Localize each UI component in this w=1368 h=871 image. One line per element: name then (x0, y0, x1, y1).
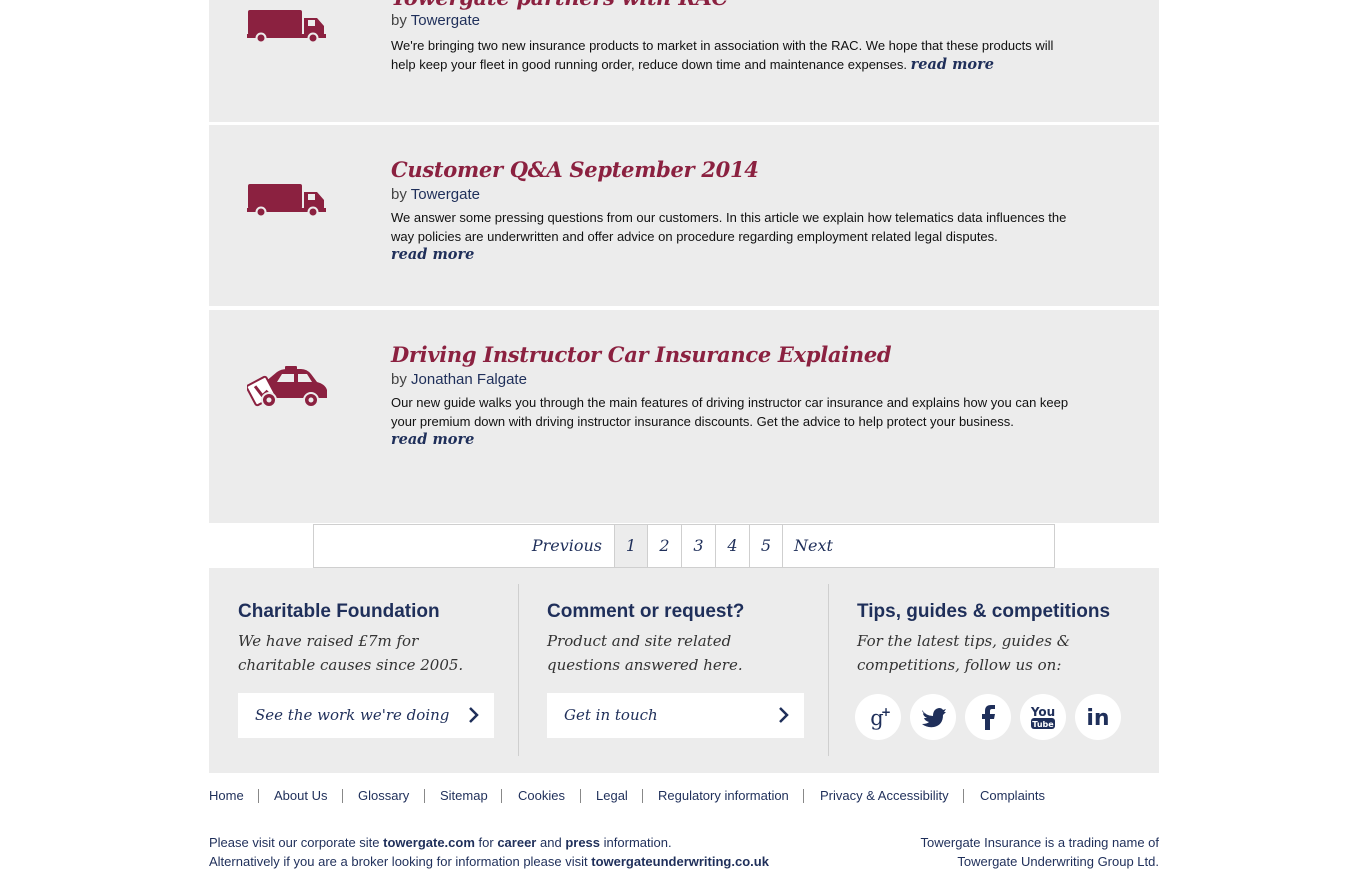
nav-separator (424, 789, 425, 803)
article-title[interactable]: Towergate partners with RAC (391, 0, 728, 10)
read-more-link[interactable]: read more (391, 431, 474, 448)
towergate-link[interactable]: towergate.com (383, 835, 475, 850)
article-author[interactable]: Towergate (411, 12, 480, 29)
column-divider (828, 584, 829, 756)
svg-text:Tube: Tube (1032, 720, 1054, 729)
pagination-page[interactable]: 4 (716, 525, 749, 567)
article-card: Towergate partners with RAC by Towergate… (209, 0, 1159, 122)
comment-column: Comment or request? Product and site rel… (547, 568, 829, 773)
nav-separator (642, 789, 643, 803)
pagination: Previous 1 2 3 4 5 Next (313, 524, 1055, 568)
nav-separator (580, 789, 581, 803)
corporate-line-2: Alternatively if you are a broker lookin… (209, 852, 769, 871)
byline-prefix: by (391, 12, 407, 29)
byline-prefix: by (391, 371, 407, 388)
linkedin-icon[interactable]: in (1075, 694, 1121, 740)
nav-separator (342, 789, 343, 803)
nav-separator (258, 789, 259, 803)
corporate-text: for (478, 835, 494, 850)
trading-name-notice: Towergate Insurance is a trading name of… (921, 833, 1159, 871)
column-divider (518, 584, 519, 756)
google-plus-icon[interactable]: g + (855, 694, 901, 740)
learner-car-icon (245, 366, 329, 417)
pagination-next[interactable]: Next (794, 525, 854, 567)
pagination-divider (782, 525, 783, 567)
footer-link-about[interactable]: About Us (274, 787, 327, 805)
chevron-right-icon (468, 706, 480, 729)
article-card: Driving Instructor Car Insurance Explain… (209, 310, 1159, 523)
article-title[interactable]: Driving Instructor Car Insurance Explain… (391, 342, 892, 367)
tips-column: Tips, guides & competitions For the late… (855, 568, 1147, 773)
corporate-text: Please visit our corporate site (209, 835, 380, 850)
corporate-text: information. (603, 835, 672, 850)
footer-panel: Charitable Foundation We have raised £7m… (209, 568, 1159, 773)
footer-link-home[interactable]: Home (209, 787, 244, 805)
tips-text: For the latest tips, guides & competitio… (857, 632, 1071, 674)
see-work-button-label: See the work we're doing (255, 706, 450, 724)
svg-text:+: + (881, 705, 891, 719)
truck-icon (247, 183, 329, 222)
pagination-page[interactable]: 2 (648, 525, 681, 567)
comment-heading: Comment or request? (547, 601, 745, 622)
tips-heading: Tips, guides & competitions (857, 601, 1111, 622)
charity-column: Charitable Foundation We have raised £7m… (238, 568, 519, 773)
trading-name-line-1: Towergate Insurance is a trading name of (920, 835, 1159, 850)
read-more-link[interactable]: read more (911, 56, 994, 73)
footer-link-sitemap[interactable]: Sitemap (440, 787, 488, 805)
facebook-icon[interactable] (965, 694, 1011, 740)
corporate-text: and (540, 835, 562, 850)
article-byline: by Jonathan Falgate (391, 371, 527, 388)
see-work-button[interactable]: See the work we're doing (238, 693, 494, 738)
article-byline: by Towergate (391, 186, 480, 203)
comment-text: Product and site related questions answe… (547, 632, 743, 674)
article-description: Our new guide walks you through the main… (391, 395, 1069, 429)
nav-separator (501, 789, 502, 803)
footer-link-regulatory[interactable]: Regulatory information (658, 787, 789, 805)
youtube-icon[interactable]: You Tube (1020, 694, 1066, 740)
article-description: We answer some pressing questions from o… (391, 210, 1067, 244)
get-in-touch-button[interactable]: Get in touch (547, 693, 804, 738)
footer-link-privacy[interactable]: Privacy & Accessibility (820, 787, 949, 805)
article-title[interactable]: Customer Q&A September 2014 (391, 157, 759, 182)
article-author[interactable]: Towergate (411, 186, 480, 203)
pagination-page-current: 1 (615, 525, 647, 567)
pagination-page[interactable]: 3 (682, 525, 715, 567)
corporate-info: Please visit our corporate site towergat… (209, 833, 769, 871)
pagination-previous[interactable]: Previous (314, 525, 602, 567)
nav-separator (803, 789, 804, 803)
charity-heading: Charitable Foundation (238, 601, 440, 622)
twitter-icon[interactable] (910, 694, 956, 740)
article-card: Customer Q&A September 2014 by Towergate… (209, 125, 1159, 306)
career-link[interactable]: career (497, 835, 536, 850)
underwriting-link[interactable]: towergateunderwriting.co.uk (591, 854, 769, 869)
chevron-right-icon (778, 706, 790, 729)
truck-icon (247, 9, 329, 48)
svg-text:You: You (1030, 705, 1055, 719)
svg-text:in: in (1086, 706, 1109, 731)
press-link[interactable]: press (565, 835, 600, 850)
byline-prefix: by (391, 186, 407, 203)
trading-name-line-2: Towergate Underwriting Group Ltd. (957, 854, 1159, 869)
footer-link-legal[interactable]: Legal (596, 787, 628, 805)
nav-separator (963, 789, 964, 803)
pagination-page[interactable]: 5 (750, 525, 782, 567)
article-byline: by Towergate (391, 12, 480, 29)
footer-link-cookies[interactable]: Cookies (518, 787, 565, 805)
footer-link-complaints[interactable]: Complaints (980, 787, 1045, 805)
footer-link-glossary[interactable]: Glossary (358, 787, 409, 805)
corporate-line-1: Please visit our corporate site towergat… (209, 833, 769, 852)
article-author[interactable]: Jonathan Falgate (411, 371, 527, 388)
read-more-link[interactable]: read more (391, 246, 474, 263)
article-description: We're bringing two new insurance product… (391, 37, 1071, 74)
broker-text: Alternatively if you are a broker lookin… (209, 854, 588, 869)
get-in-touch-button-label: Get in touch (564, 706, 658, 724)
charity-text: We have raised £7m for charitable causes… (238, 632, 464, 674)
